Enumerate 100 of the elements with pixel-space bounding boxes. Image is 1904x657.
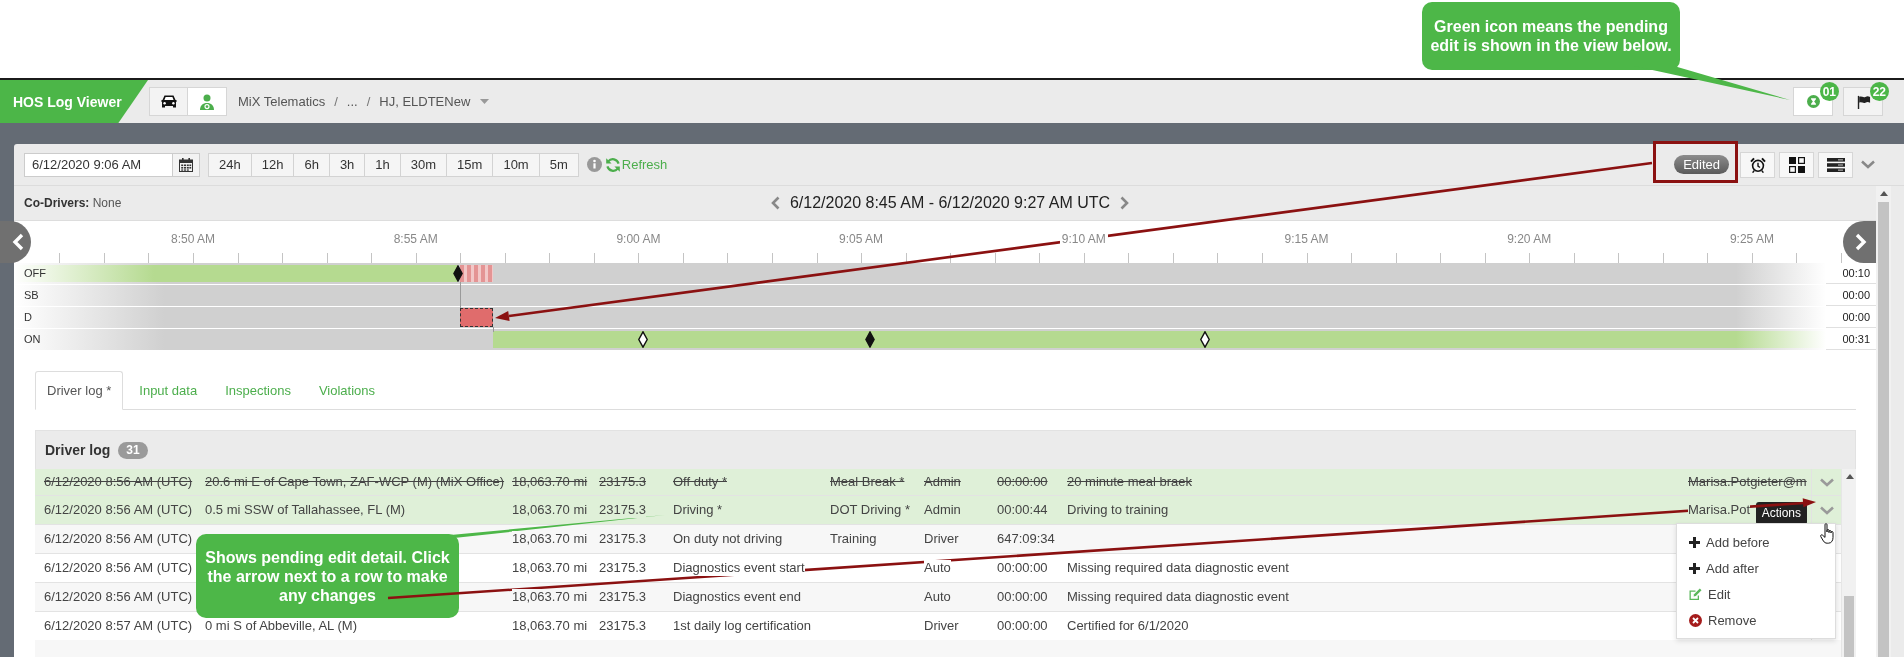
diamond-marker-icon <box>453 265 463 282</box>
table-cell: Missing required data diagnostic event <box>1067 589 1289 605</box>
date-field[interactable]: 6/12/2020 9:06 AM <box>24 152 173 177</box>
scrollbar-thumb[interactable] <box>1844 596 1854 657</box>
collapse-button[interactable] <box>1861 160 1875 169</box>
chevron-down-icon <box>1819 477 1834 487</box>
scrollbar[interactable] <box>1841 469 1856 657</box>
time-range-button[interactable]: 12h <box>251 152 295 177</box>
diamond-marker-icon <box>638 331 648 348</box>
table-cell: 18,063.70 mi <box>512 502 588 518</box>
time-range-button[interactable]: 15m <box>447 152 494 177</box>
list-icon <box>1826 157 1845 172</box>
caret-down-icon[interactable] <box>480 99 490 104</box>
person-icon <box>200 93 214 110</box>
count-badge: 31 <box>118 441 148 459</box>
breadcrumb-separator: / <box>366 94 371 109</box>
scroll-back-button[interactable] <box>0 221 31 263</box>
time-range-button[interactable]: 3h <box>329 152 366 177</box>
calendar-button[interactable] <box>173 152 200 177</box>
pending-driving-block <box>460 308 493 327</box>
chevron-right-icon <box>1854 233 1867 251</box>
table-cell: 1st daily log certification <box>673 618 811 634</box>
tab[interactable]: Driver log * <box>35 371 124 410</box>
edit-icon <box>1689 588 1702 600</box>
edited-badge: Edited <box>1674 155 1729 174</box>
chevron-left-icon <box>770 196 780 210</box>
calendar-icon <box>179 157 193 172</box>
table-cell: Missing required data diagnostic event <box>1067 560 1289 576</box>
pending-status-block <box>460 265 493 282</box>
refresh-icon <box>604 156 621 173</box>
row-actions-button[interactable] <box>1819 505 1834 515</box>
status-label: ON <box>24 333 41 346</box>
time-range-button[interactable]: 10m <box>493 152 540 177</box>
time-range-button[interactable]: 24h <box>208 152 252 177</box>
time-range-button[interactable]: 1h <box>365 152 401 177</box>
app-title: HOS Log Viewer <box>0 80 148 123</box>
breadcrumb-link[interactable]: HJ, ELDTENew <box>379 94 471 109</box>
menu-item[interactable]: Remove <box>1677 607 1835 633</box>
diamond-marker-icon <box>1200 331 1210 348</box>
breadcrumb-separator: / <box>334 94 338 109</box>
table-cell: Driving to training <box>1067 502 1169 518</box>
vehicle-view-button[interactable] <box>149 87 188 116</box>
table-cell: 23175.3 <box>599 502 646 518</box>
table-cell: 18,063.70 mi <box>512 560 588 576</box>
table-cell: Driving * <box>673 502 723 518</box>
status-transition-line <box>460 282 461 308</box>
chevron-left-icon <box>11 233 24 251</box>
scrollbar-thumb[interactable] <box>1878 202 1889 657</box>
status-label: D <box>24 311 32 324</box>
table-cell: 6/12/2020 8:56 AM (UTC) <box>44 474 193 490</box>
table-cell: 20.6 mi E of Cape Town, ZAF-WCP (M) (MiX Office) <box>205 474 505 490</box>
co-drivers-label: Co-Drivers: None <box>24 196 123 210</box>
info-icon[interactable] <box>586 157 602 172</box>
table-cell: 6/12/2020 8:56 AM (UTC) <box>44 589 193 605</box>
chevron-down-icon <box>1861 160 1875 169</box>
plus-icon <box>1689 562 1700 574</box>
table-cell: DOT Driving * <box>830 502 910 518</box>
menu-item[interactable]: Edit <box>1677 581 1835 607</box>
next-range-button[interactable] <box>1120 196 1130 210</box>
time-range-button[interactable]: 5m <box>539 152 579 177</box>
layout-button[interactable] <box>1779 151 1814 178</box>
row-actions-button[interactable] <box>1819 477 1834 487</box>
scroll-forward-button[interactable] <box>1843 221 1876 263</box>
table-cell: Off duty * <box>673 474 727 490</box>
chevron-right-icon <box>1120 196 1130 210</box>
time-range-button[interactable]: 6h <box>294 152 330 177</box>
alarm-button[interactable] <box>1740 151 1775 178</box>
table-cell: 18,063.70 mi <box>512 618 588 634</box>
table-cell: 0.5 mi SSW of Tallahassee, FL (M) <box>205 502 406 518</box>
callout: Green icon means the pending edit is shown in the view below. <box>1422 2 1792 102</box>
time-range-button[interactable]: 30m <box>400 152 448 177</box>
axis-label: 9:10 AM <box>1059 231 1108 247</box>
scrollbar[interactable] <box>1876 186 1891 657</box>
table-cell: 18,063.70 mi <box>512 474 588 490</box>
list-view-button[interactable] <box>1818 151 1853 178</box>
breadcrumb-link[interactable]: ... <box>346 94 358 109</box>
chevron-down-icon <box>1819 505 1834 515</box>
previous-range-button[interactable] <box>770 196 780 210</box>
table-cell: 0 mi S of Abbeville, AL (M) <box>205 618 357 634</box>
status-label: SB <box>24 289 39 302</box>
table-cell: 6/12/2020 8:56 AM (UTC) <box>44 502 193 518</box>
table-cell: On duty not driving <box>673 531 783 547</box>
grid-icon <box>1788 156 1805 173</box>
time-range-title: 6/12/2020 8:45 AM - 6/12/2020 9:27 AM UTC <box>789 194 1111 212</box>
status-label: OFF <box>24 267 46 280</box>
scroll-up-arrow-icon[interactable] <box>1845 474 1854 479</box>
count-badge: 01 <box>1819 82 1839 101</box>
table-cell: Marisa.Potgieter@m <box>1688 474 1807 490</box>
panel-title: Driver log <box>45 442 111 458</box>
table-cell: Diagnostics event start <box>673 560 805 576</box>
table-cell: Training <box>830 531 877 547</box>
car-icon <box>160 95 177 108</box>
table-cell: 6/12/2020 8:56 AM (UTC) <box>44 531 193 547</box>
breadcrumb-link[interactable]: MiX Telematics <box>238 94 326 109</box>
plus-icon <box>1689 536 1700 548</box>
table-cell: Diagnostics event end <box>673 589 801 605</box>
menu-item[interactable]: Add after <box>1677 555 1835 581</box>
scroll-up-arrow-icon[interactable] <box>1879 191 1888 196</box>
table-cell: 18,063.70 mi <box>512 589 588 605</box>
table-cell: 6/12/2020 8:57 AM (UTC) <box>44 618 193 634</box>
